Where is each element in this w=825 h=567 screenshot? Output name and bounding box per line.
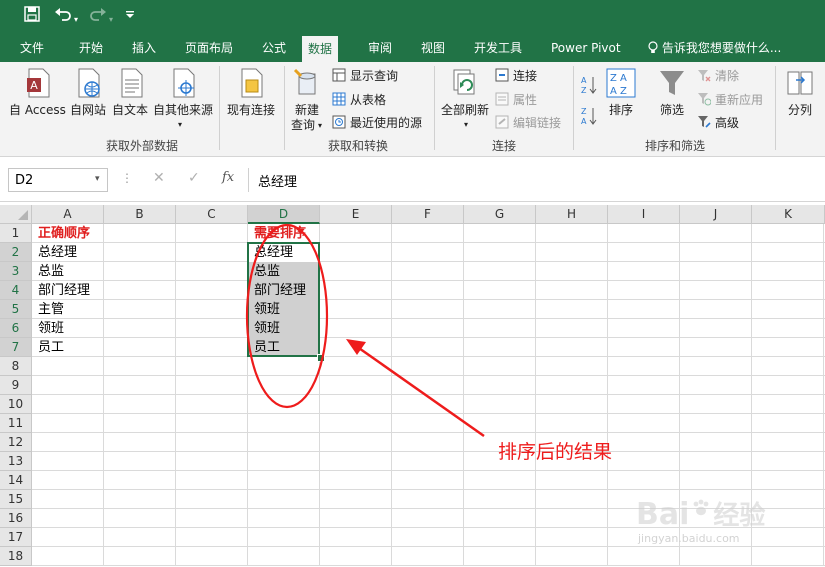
watermark-url: jingyan.baidu.com (638, 532, 740, 545)
annotation-arrow-line (355, 344, 485, 438)
watermark-brand: Bai (636, 497, 690, 532)
annotation-text: 排序后的结果 (498, 441, 613, 463)
watermark-brand-2: 经验 (713, 501, 766, 531)
highlight-ellipse (245, 223, 329, 409)
watermark: Bai 经验 (636, 495, 765, 532)
arrowhead-icon (346, 339, 366, 355)
annotation-overlay (245, 223, 485, 438)
paw-icon (691, 498, 711, 521)
